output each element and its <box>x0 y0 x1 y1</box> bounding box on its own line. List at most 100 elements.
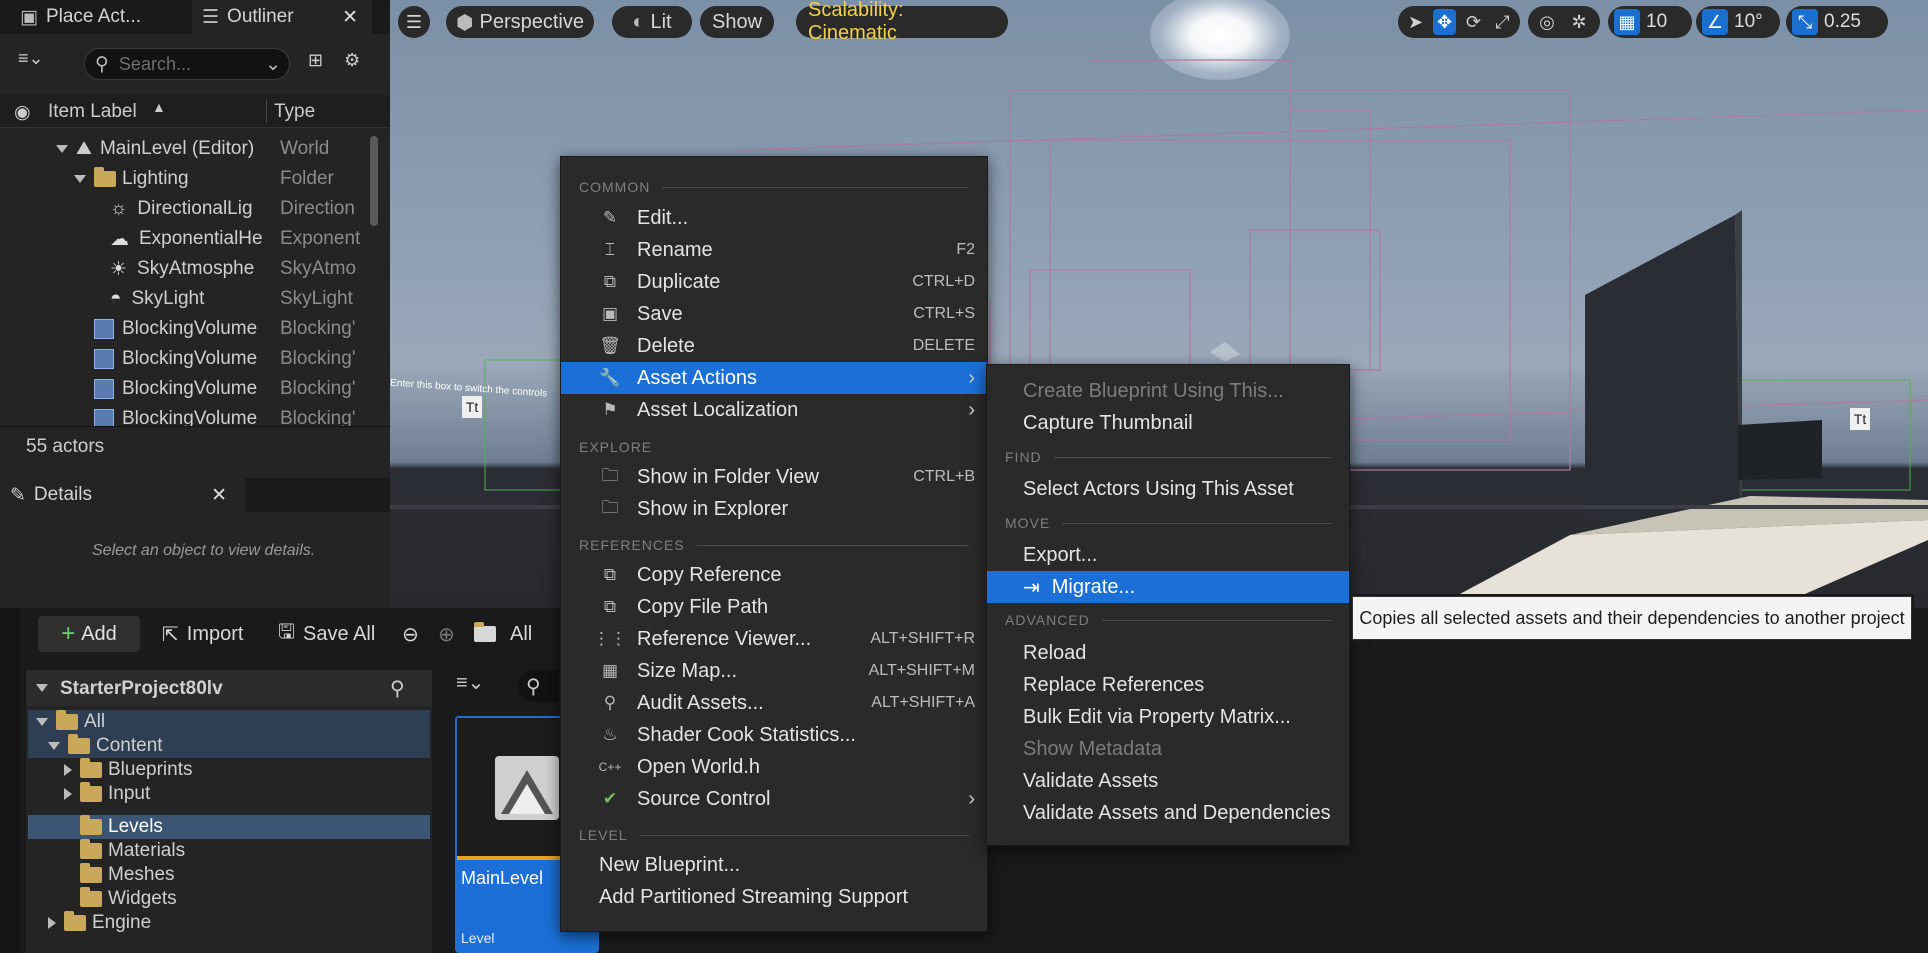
menu-item-bulk-edit[interactable]: Bulk Edit via Property Matrix... <box>987 701 1349 733</box>
rotate-icon[interactable]: ⟳ <box>1462 9 1485 35</box>
close-icon[interactable]: ✕ <box>211 484 227 507</box>
visibility-icon[interactable]: ◉ <box>14 101 31 124</box>
table-row[interactable]: BlockingVolume Blocking' <box>0 404 356 426</box>
table-row[interactable]: ☼ DirectionalLig Direction <box>0 194 355 224</box>
scale-snap-icon[interactable]: ⤡ <box>1792 9 1818 35</box>
table-row[interactable]: BlockingVolume Blocking' <box>0 374 356 404</box>
menu-item-asset-localization[interactable]: ⚑ Asset Localization › <box>561 394 987 426</box>
menu-item-export[interactable]: Export... <box>987 539 1349 571</box>
menu-item-capture-thumbnail[interactable]: Capture Thumbnail <box>987 407 1349 439</box>
globe-icon[interactable]: ◎ <box>1534 9 1560 35</box>
tab-details[interactable]: ✎ Details ✕ <box>0 478 245 512</box>
text-render-icon: Tt <box>1850 408 1870 430</box>
expand-arrow[interactable] <box>64 764 72 776</box>
menu-item-new-blueprint[interactable]: New Blueprint... <box>561 849 987 881</box>
table-row[interactable]: ☀ SkyAtmosphe SkyAtmo <box>0 254 357 284</box>
menu-item-create-blueprint[interactable]: Create Blueprint Using This... <box>987 375 1349 407</box>
menu-item-show-metadata[interactable]: Show Metadata <box>987 733 1349 765</box>
menu-item-copy-reference[interactable]: ⧉ Copy Reference <box>561 559 987 591</box>
menu-item-edit[interactable]: ✎ Edit... <box>561 202 987 234</box>
menu-item-save[interactable]: ▣ Save CTRL+S <box>561 298 987 330</box>
menu-item-validate-assets[interactable]: Validate Assets <box>987 765 1349 797</box>
menu-item-select-actors[interactable]: Select Actors Using This Asset <box>987 473 1349 505</box>
menu-item-replace-references[interactable]: Replace References <box>987 669 1349 701</box>
history-forward-button[interactable]: ⊕ <box>438 616 455 652</box>
gear-icon[interactable]: ⚙ <box>344 50 360 71</box>
angle-icon[interactable]: ∠ <box>1702 9 1728 35</box>
expand-arrow[interactable] <box>36 718 48 726</box>
scale-icon[interactable]: ⤢ <box>1491 9 1514 35</box>
show-button[interactable]: Show <box>700 6 774 38</box>
duplicate-icon: ⧉ <box>603 272 617 291</box>
details-panel: ✎ Details ✕ Select an object to view det… <box>0 478 390 608</box>
translate-icon[interactable]: ✥ <box>1433 9 1456 35</box>
menu-item-copy-file-path[interactable]: ⧉ Copy File Path <box>561 591 987 623</box>
add-button[interactable]: + Add <box>38 616 140 652</box>
menu-item-show-explorer[interactable]: 🗀 Show in Explorer <box>561 493 987 525</box>
menu-item-shader-cook[interactable]: ♨ Shader Cook Statistics... <box>561 719 987 751</box>
grid-value[interactable]: 10 <box>1646 11 1667 33</box>
tab-outliner[interactable]: ☰ Outliner ✕ <box>192 0 372 34</box>
history-back-button[interactable]: ⊖ <box>402 616 419 652</box>
menu-item-reference-viewer[interactable]: ⋮⋮ Reference Viewer... ALT+SHIFT+R <box>561 623 987 655</box>
expand-arrow[interactable] <box>64 788 72 800</box>
scale-snap[interactable]: ⤡ 0.25 <box>1786 6 1888 38</box>
table-row[interactable]: ⛰ MainLevel (Editor) World <box>0 134 329 164</box>
add-folder-icon[interactable]: ⊞ <box>308 50 323 71</box>
check-circle-icon: ✔ <box>602 789 618 808</box>
select-icon[interactable]: ➤ <box>1404 9 1427 35</box>
expand-arrow[interactable] <box>36 684 48 692</box>
import-button[interactable]: ⇱ Import <box>162 616 243 652</box>
folder-icon <box>56 710 78 730</box>
tab-place-actors[interactable]: ▣ Place Act... <box>10 0 190 34</box>
menu-item-audit-assets[interactable]: ⚲ Audit Assets... ALT+SHIFT+A <box>561 687 987 719</box>
path-all[interactable]: All <box>474 616 532 652</box>
viewport-menu-button[interactable]: ☰ <box>398 6 430 38</box>
search-input[interactable]: ⚲ Search... ⌄ <box>84 48 290 80</box>
expand-arrow[interactable] <box>56 145 68 153</box>
menu-item-reload[interactable]: Reload <box>987 637 1349 669</box>
menu-item-validate-deps[interactable]: Validate Assets and Dependencies <box>987 797 1349 829</box>
scale-value[interactable]: 0.25 <box>1824 11 1861 33</box>
tree-item-engine[interactable]: Engine <box>26 908 151 938</box>
shortcut: ALT+SHIFT+A <box>871 694 975 711</box>
menu-item-size-map[interactable]: ▦ Size Map... ALT+SHIFT+M <box>561 655 987 687</box>
table-row[interactable]: BlockingVolume Blocking' <box>0 344 356 374</box>
menu-item-delete[interactable]: 🗑 Delete DELETE <box>561 330 987 362</box>
menu-item-duplicate[interactable]: ⧉ Duplicate CTRL+D <box>561 266 987 298</box>
table-row[interactable]: ◓ SkyLight SkyLight <box>0 284 353 314</box>
expand-arrow[interactable] <box>48 742 60 750</box>
asset-search-input[interactable]: ⚲ <box>518 670 558 702</box>
surface-snap-icon[interactable]: ✲ <box>1566 9 1592 35</box>
menu-item-show-folder[interactable]: 🗀 Show in Folder View CTRL+B <box>561 461 987 493</box>
grid-icon[interactable]: ▦ <box>1614 9 1640 35</box>
angle-snap[interactable]: ∠ 10° <box>1696 6 1780 38</box>
scalability-button[interactable]: Scalability: Cinematic <box>796 0 1008 44</box>
menu-item-open-world-h[interactable]: C++ Open World.h <box>561 751 987 783</box>
menu-item-migrate[interactable]: ⇥ Migrate... <box>987 571 1349 603</box>
perspective-button[interactable]: ⬢ Perspective <box>446 6 594 38</box>
grid-snap[interactable]: ▦ 10 <box>1608 6 1692 38</box>
menu-item-source-control[interactable]: ✔ Source Control › <box>561 783 987 815</box>
tree-item-input[interactable]: Input <box>26 779 150 809</box>
lit-button[interactable]: ◐ Lit <box>612 6 692 38</box>
close-icon[interactable]: ✕ <box>342 6 358 29</box>
menu-label: Duplicate <box>637 270 721 293</box>
angle-value[interactable]: 10° <box>1734 11 1763 33</box>
save-all-button[interactable]: 🖫 Save All <box>278 616 375 652</box>
filter-icon[interactable]: ≡⌄ <box>18 48 44 69</box>
search-icon[interactable]: ⚲ <box>390 676 405 701</box>
table-row[interactable]: BlockingVolume Blocking' <box>0 314 356 344</box>
perspective-label: Perspective <box>479 10 584 33</box>
col-type[interactable]: Type <box>274 101 315 123</box>
filter-icon[interactable]: ≡⌄ <box>456 670 484 695</box>
menu-item-rename[interactable]: ⌶ Rename F2 <box>561 234 987 266</box>
col-item-label[interactable]: Item Label <box>48 101 137 123</box>
menu-item-asset-actions[interactable]: 🔧 Asset Actions › <box>561 362 987 394</box>
table-row[interactable]: ☁ ExponentialHe Exponent <box>0 224 361 254</box>
scrollbar[interactable] <box>370 136 378 226</box>
table-row[interactable]: Lighting Folder <box>0 164 334 194</box>
menu-item-add-partitioned[interactable]: Add Partitioned Streaming Support <box>561 881 987 913</box>
expand-arrow[interactable] <box>48 917 56 929</box>
expand-arrow[interactable] <box>74 175 86 183</box>
